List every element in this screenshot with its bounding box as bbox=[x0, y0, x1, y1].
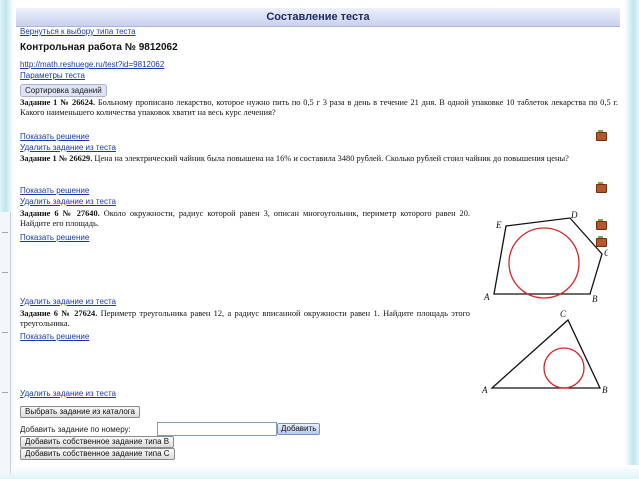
task-1-remove-link[interactable]: Удалить задание из теста bbox=[20, 143, 116, 152]
task-1-book-icon[interactable] bbox=[596, 130, 607, 141]
task-4-show-solution[interactable]: Показать решение bbox=[20, 332, 89, 341]
choose-from-catalog-button[interactable]: Выбрать задание из каталога bbox=[20, 406, 140, 418]
test-url-link[interactable]: http://math.reshuege.ru/test?id=9812062 bbox=[20, 60, 164, 69]
task-3-label: Задание 6 № 27640. bbox=[20, 209, 100, 218]
triangle-incircle bbox=[543, 347, 585, 389]
task-4-label: Задание 6 № 27624. bbox=[20, 309, 98, 318]
add-own-task-c-button[interactable]: Добавить собственное задание типа C bbox=[20, 448, 175, 460]
add-own-task-b-button[interactable]: Добавить собственное задание типа B bbox=[20, 436, 175, 448]
task-3-remove-link[interactable]: Удалить задание из теста bbox=[20, 297, 116, 306]
triangle-with-incircle-figure: C A B bbox=[481, 309, 608, 394]
task-3-show-solution[interactable]: Показать решение bbox=[20, 233, 89, 242]
vertex-label-a: A bbox=[483, 292, 490, 302]
task-1-show-solution[interactable]: Показать решение bbox=[20, 132, 89, 141]
add-task-button[interactable]: Добавить bbox=[277, 423, 321, 435]
task-2-label: Задание 1 № 26629. bbox=[20, 154, 93, 163]
bottom-decor-frame bbox=[0, 465, 639, 479]
test-params-link[interactable]: Параметры теста bbox=[20, 71, 85, 80]
task-1: Задание 1 № 26624. Больному прописано ле… bbox=[20, 98, 618, 118]
vertex-label-d: D bbox=[570, 210, 578, 220]
back-link[interactable]: Вернуться к выбору типа теста bbox=[20, 27, 136, 36]
task-2: Задание 1 № 26629. Цена на электрический… bbox=[20, 154, 618, 164]
page-title: Составление теста bbox=[16, 8, 620, 27]
test-heading: Контрольная работа № 9812062 bbox=[20, 42, 178, 53]
task-number-input[interactable] bbox=[157, 422, 277, 436]
task-1-label: Задание 1 № 26624. bbox=[20, 98, 96, 107]
sort-tasks-button[interactable]: Сортировка заданий bbox=[20, 84, 107, 97]
right-decor-frame bbox=[625, 0, 639, 479]
task-4-remove-link[interactable]: Удалить задание из теста bbox=[20, 389, 116, 398]
vertex-label-c: C bbox=[604, 248, 608, 258]
test-builder-page: Составление теста Вернуться к выбору тип… bbox=[16, 8, 620, 464]
task-2-text: Цена на электрический чайник была повыше… bbox=[94, 154, 569, 163]
side-scroll-strip bbox=[0, 212, 11, 474]
triangle-label-b: B bbox=[602, 385, 608, 394]
task-4: Задание 6 № 27624. Периметр треугольника… bbox=[20, 309, 470, 329]
task-2-show-solution[interactable]: Показать решение bbox=[20, 186, 89, 195]
task-2-remove-link[interactable]: Удалить задание из теста bbox=[20, 197, 116, 206]
polygon-with-incircle-figure: E D C B A bbox=[483, 210, 608, 303]
vertex-label-b: B bbox=[592, 294, 598, 303]
task-1-text: Больному прописано лекарство, которое ну… bbox=[20, 98, 619, 117]
task-2-book-icon[interactable] bbox=[596, 182, 607, 193]
inscribed-circle bbox=[508, 227, 580, 299]
triangle-label-a: A bbox=[481, 385, 488, 394]
vertex-label-e: E bbox=[495, 220, 502, 230]
triangle-label-c: C bbox=[560, 309, 567, 319]
add-by-number-label: Добавить задание по номеру: bbox=[20, 425, 131, 434]
task-3: Задание 6 № 27640. Около окружности, рад… bbox=[20, 209, 470, 229]
